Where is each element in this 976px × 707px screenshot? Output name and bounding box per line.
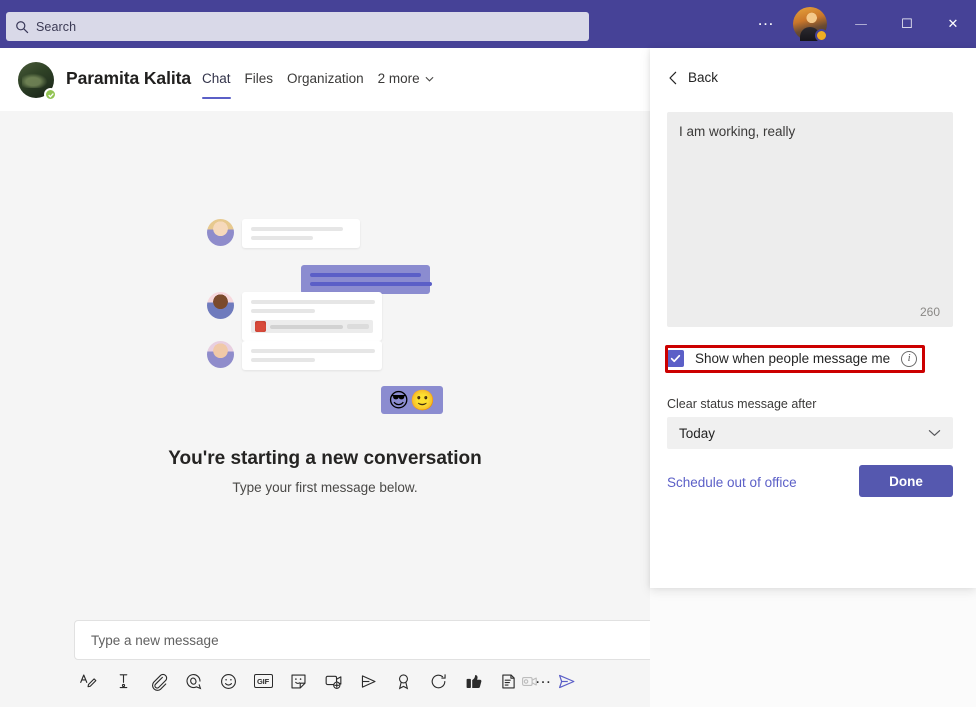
info-icon[interactable]: i xyxy=(901,351,917,367)
back-button[interactable]: Back xyxy=(668,70,718,85)
tab-chat-label: Chat xyxy=(202,71,231,86)
loop-components-icon[interactable] xyxy=(183,671,203,691)
illustration-emoji-bubble: 😎🙂 xyxy=(381,386,443,414)
illustration-avatar xyxy=(207,341,234,368)
tab-organization-label: Organization xyxy=(287,71,364,86)
forms-icon[interactable] xyxy=(498,671,518,691)
clear-after-select[interactable]: Today xyxy=(667,417,953,449)
sticker-icon[interactable] xyxy=(288,671,308,691)
user-avatar-button[interactable] xyxy=(793,7,827,41)
clear-after-label: Clear status message after xyxy=(667,397,816,411)
compose-actions xyxy=(519,671,576,691)
tab-files-label: Files xyxy=(245,71,274,86)
conversation-empty-state: 😎🙂 You're starting a new conversation Ty… xyxy=(0,111,650,617)
heart-icon xyxy=(255,321,266,332)
close-button[interactable]: ✕ xyxy=(930,0,976,48)
illustration-avatar xyxy=(207,292,234,319)
status-message-value: I am working, really xyxy=(679,124,795,139)
tab-chat[interactable]: Chat xyxy=(202,71,245,102)
show-when-message-checkbox[interactable] xyxy=(667,350,684,367)
search-icon xyxy=(15,20,29,34)
chevron-down-icon xyxy=(928,429,941,437)
meet-now-icon[interactable] xyxy=(323,671,343,691)
presence-badge-available xyxy=(44,88,57,101)
tab-files[interactable]: Files xyxy=(245,71,288,102)
stream-icon[interactable] xyxy=(358,671,378,691)
clear-after-value: Today xyxy=(679,426,715,441)
window-controls: … — ☐ ✕ xyxy=(743,0,976,48)
video-clip-icon[interactable] xyxy=(519,671,539,691)
format-text-icon[interactable] xyxy=(78,671,98,691)
compose-area: Type a new message xyxy=(0,617,650,707)
minimize-button[interactable]: — xyxy=(838,0,884,48)
schedule-out-of-office-link[interactable]: Schedule out of office xyxy=(667,475,797,490)
presence-badge-busy xyxy=(815,29,828,42)
checkmark-icon xyxy=(670,353,681,364)
message-input-placeholder: Type a new message xyxy=(91,633,219,648)
title-bar: Search … — ☐ ✕ xyxy=(0,0,976,48)
empty-state-title: You're starting a new conversation xyxy=(168,448,482,470)
search-input[interactable]: Search xyxy=(6,12,589,41)
minimize-icon: — xyxy=(855,17,868,32)
empty-state-subtitle: Type your first message below. xyxy=(232,480,417,495)
illustration-bubble xyxy=(242,219,360,248)
illustration-bubble-outgoing xyxy=(301,265,430,294)
show-when-message-row[interactable]: Show when people message me i xyxy=(667,345,935,372)
chat-tabs: Chat Files Organization 2 more xyxy=(202,71,448,102)
tab-more-label: 2 more xyxy=(378,71,420,86)
compose-toolbar: GIF xyxy=(78,671,553,691)
chevron-down-icon xyxy=(425,76,434,82)
done-button[interactable]: Done xyxy=(859,465,953,497)
back-label: Back xyxy=(688,70,718,85)
set-delivery-options-icon[interactable] xyxy=(113,671,133,691)
chevron-left-icon xyxy=(668,71,678,85)
close-icon: ✕ xyxy=(948,17,959,32)
illustration-link-card xyxy=(251,320,373,333)
illustration-bubble-card xyxy=(242,292,382,341)
send-icon[interactable] xyxy=(556,671,576,691)
show-when-message-label: Show when people message me xyxy=(695,351,890,366)
actions-icon[interactable] xyxy=(428,671,448,691)
emoji-icon[interactable] xyxy=(218,671,238,691)
character-counter: 260 xyxy=(920,305,940,319)
panel-backdrop xyxy=(650,588,976,707)
praise-icon[interactable] xyxy=(393,671,413,691)
status-message-panel: Back I am working, really 260 Show when … xyxy=(650,48,976,588)
status-message-textarea[interactable]: I am working, really 260 xyxy=(667,112,953,327)
approvals-icon[interactable] xyxy=(463,671,483,691)
teams-window: Search … — ☐ ✕ Paramita Kali xyxy=(0,0,976,707)
maximize-button[interactable]: ☐ xyxy=(884,0,930,48)
titlebar-more-button[interactable]: … xyxy=(743,0,789,48)
attach-file-icon[interactable] xyxy=(148,671,168,691)
giphy-icon[interactable]: GIF xyxy=(253,671,273,691)
tab-organization[interactable]: Organization xyxy=(287,71,378,102)
chat-header: Paramita Kalita Chat Files Organization … xyxy=(0,48,650,111)
search-placeholder: Search xyxy=(36,20,76,34)
page-title: Paramita Kalita xyxy=(66,68,191,89)
tab-more[interactable]: 2 more xyxy=(378,71,448,102)
illustration-avatar xyxy=(207,219,234,246)
illustration-bubble xyxy=(242,341,382,370)
empty-state-illustration: 😎🙂 xyxy=(207,219,443,414)
maximize-icon: ☐ xyxy=(901,17,913,32)
more-options-icon: … xyxy=(757,15,775,33)
